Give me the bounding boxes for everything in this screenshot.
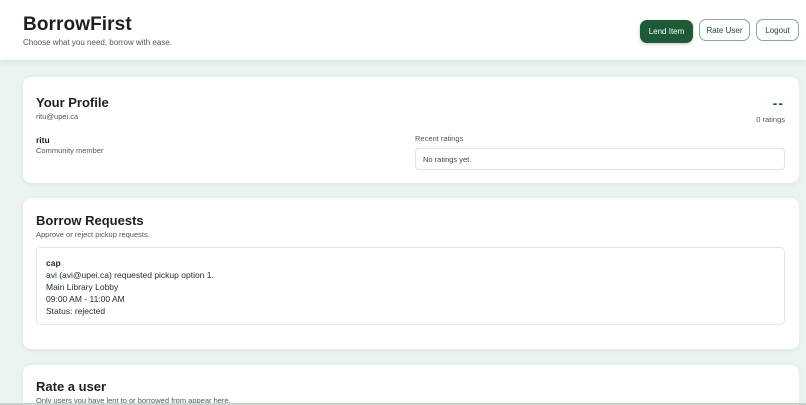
profile-name: ritu — [36, 135, 50, 145]
lend-item-button[interactable]: Lend Item — [640, 20, 693, 43]
profile-title: Your Profile — [36, 95, 109, 110]
request-item-name: cap — [46, 258, 61, 268]
request-item: cap avi (avi@upei.ca) requested pickup o… — [36, 247, 785, 325]
request-status: Status: rejected — [46, 306, 106, 316]
rate-user-button[interactable]: Rate User — [699, 19, 750, 41]
request-requester: avi (avi@upei.ca) requested pickup optio… — [46, 270, 214, 280]
rate-user-card: Rate a user Only users you have lent to … — [23, 365, 799, 405]
rating-score: -- — [772, 95, 784, 111]
borrow-requests-card: Borrow Requests Approve or reject pickup… — [23, 198, 799, 349]
profile-email: ritu@upei.ca — [36, 112, 79, 121]
request-location: Main Library Lobby — [46, 282, 119, 292]
profile-card: Your Profile ritu@upei.ca -- 0 ratings r… — [23, 77, 799, 183]
profile-role: Community member — [36, 146, 104, 155]
logout-button[interactable]: Logout — [756, 19, 799, 41]
requests-title: Borrow Requests — [36, 213, 144, 228]
app-tagline: Choose what you need, borrow with ease. — [23, 38, 172, 47]
rating-count: 0 ratings — [756, 115, 785, 124]
rate-title: Rate a user — [36, 379, 107, 394]
app-title: BorrowFirst — [23, 14, 132, 35]
recent-ratings-label: Recent ratings — [415, 134, 464, 143]
top-bar: BorrowFirst Choose what you need, borrow… — [0, 0, 806, 60]
request-time: 09:00 AM - 11:00 AM — [46, 294, 125, 304]
requests-subtitle: Approve or reject pickup requests. — [36, 230, 150, 239]
recent-ratings-box: No ratings yet. — [415, 148, 785, 170]
